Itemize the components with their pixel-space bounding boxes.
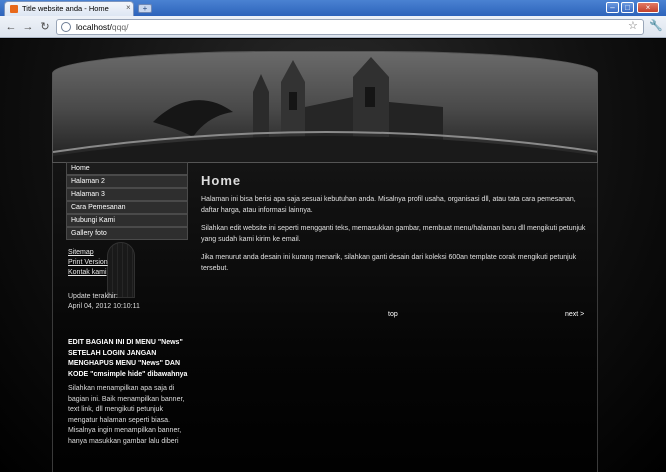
back-button[interactable]: ←	[4, 20, 18, 34]
new-tab-button[interactable]: +	[138, 4, 152, 13]
close-window-button[interactable]: ×	[637, 2, 659, 13]
url-host: localhost/	[76, 22, 112, 32]
url-text: localhost/qqq/	[76, 22, 128, 32]
browser-titlebar: Title website anda - Home × + – □ ×	[0, 0, 666, 16]
menu-item-cara-pemesanan[interactable]: Cara Pemesanan	[66, 201, 188, 214]
update-date: April 04, 2012 10:10:11	[68, 303, 140, 310]
print-version-link[interactable]: Print Version	[68, 258, 108, 268]
sidebar: Home Halaman 2 Halaman 3 Cara Pemesanan …	[66, 162, 188, 445]
update-label: Update terakhir:	[68, 293, 118, 300]
wrench-icon[interactable]: 🔧	[649, 19, 663, 32]
content-paragraph: Jika menurut anda desain ini kurang mena…	[201, 254, 577, 272]
content-paragraph: Halaman ini bisa berisi apa saja sesuai …	[201, 196, 576, 214]
address-bar[interactable]: localhost/qqq/	[56, 19, 644, 35]
url-path: qqq/	[111, 22, 129, 32]
menu-item-hubungi-kami[interactable]: Hubungi Kami	[66, 214, 188, 227]
sitemap-link[interactable]: Sitemap	[68, 248, 108, 258]
browser-tab[interactable]: Title website anda - Home ×	[4, 1, 134, 16]
top-link[interactable]: top	[388, 311, 398, 318]
news-body: Silahkan menampilkan apa saja di bagian …	[68, 385, 185, 445]
menu-item-halaman-2[interactable]: Halaman 2	[66, 175, 188, 188]
main-menu: Home Halaman 2 Halaman 3 Cara Pemesanan …	[66, 162, 188, 240]
web-page: Home Halaman 2 Halaman 3 Cara Pemesanan …	[0, 39, 666, 472]
tab-title: Title website anda - Home	[22, 4, 109, 13]
reload-button[interactable]: ↻	[38, 20, 52, 34]
minimize-button[interactable]: –	[606, 2, 619, 13]
gothic-window-decoration	[107, 242, 135, 298]
next-link[interactable]: next >	[565, 311, 584, 318]
menu-item-gallery-foto[interactable]: Gallery foto	[66, 227, 188, 240]
main-content: Home Halaman ini bisa berisi apa saja se…	[201, 173, 591, 318]
globe-icon	[61, 22, 71, 32]
bookmark-star-icon[interactable]: ☆	[628, 19, 638, 32]
utility-links: Sitemap Print Version Kontak kami	[68, 248, 108, 278]
page-favicon-icon	[10, 5, 18, 13]
menu-item-home[interactable]: Home	[66, 162, 188, 175]
contact-link[interactable]: Kontak kami	[68, 268, 108, 278]
church-banner-image	[53, 52, 597, 162]
maximize-button[interactable]: □	[621, 2, 634, 13]
tab-close-icon[interactable]: ×	[126, 3, 131, 12]
content-paragraph: Silahkan edit website ini seperti mengga…	[201, 225, 586, 243]
forward-button[interactable]: →	[21, 20, 35, 34]
header-banner	[52, 51, 598, 163]
page-title: Home	[201, 173, 242, 188]
menu-item-halaman-3[interactable]: Halaman 3	[66, 188, 188, 201]
news-title: EDIT BAGIAN INI DI MENU "News" SETELAH L…	[68, 339, 188, 378]
browser-toolbar: ← → ↻ localhost/qqq/ ☆ 🔧	[0, 16, 666, 38]
